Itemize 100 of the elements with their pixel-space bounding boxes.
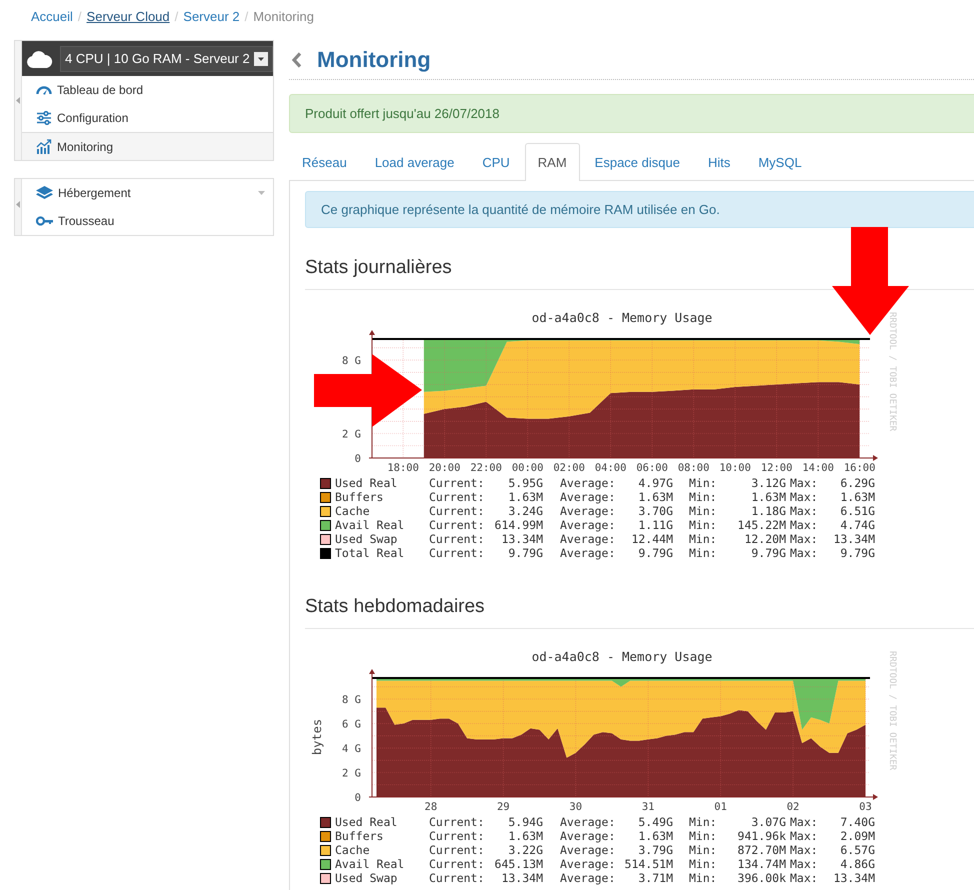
- sidebar-gutter[interactable]: [15, 41, 22, 160]
- axis-label: 22:00: [470, 462, 502, 474]
- legend-label: Min:: [689, 843, 717, 857]
- tab[interactable]: MySQL: [745, 143, 815, 180]
- legend-label: Max:: [790, 546, 818, 560]
- legend-value: 1.63M: [508, 829, 543, 843]
- sidebar-item[interactable]: Tableau de bord: [22, 76, 273, 104]
- chart-title: od-a4a0c8 - Memory Usage: [532, 649, 712, 664]
- legend-value: 9.79G: [751, 546, 786, 560]
- legend-name: Buffers: [335, 490, 384, 504]
- legend-label: Min:: [689, 546, 717, 560]
- legend-value: 4.74G: [840, 518, 875, 532]
- legend-value: 13.34M: [833, 532, 875, 546]
- legend-label: Max:: [790, 829, 818, 843]
- collapse-icon[interactable]: [16, 201, 20, 208]
- legend-value: 3.71M: [638, 871, 673, 885]
- legend-value: 145.22M: [738, 518, 786, 532]
- legend-name: Used Real: [335, 815, 398, 829]
- legend-value: 13.34M: [833, 871, 875, 885]
- axis-label: 14:00: [802, 462, 834, 474]
- legend-label: Average:: [560, 829, 616, 843]
- legend-label: Average:: [560, 476, 616, 490]
- axis-label: 8 G: [342, 694, 361, 706]
- server-select[interactable]: 4 CPU | 10 Go RAM - Serveur 2: [60, 46, 273, 72]
- legend-value: 9.79G: [638, 546, 673, 560]
- axis-label: 02:00: [553, 462, 585, 474]
- tab[interactable]: Hits: [694, 143, 744, 180]
- legend-label: Current:: [429, 843, 484, 857]
- tab[interactable]: Réseau: [289, 143, 360, 180]
- axis-label: 4 G: [342, 743, 361, 756]
- legend-label: Min:: [689, 532, 717, 546]
- legend-value: 12.20M: [744, 532, 786, 546]
- dropdown-icon[interactable]: [254, 52, 268, 66]
- legend-name: Buffers: [335, 829, 384, 843]
- axis-label: 00:00: [512, 462, 544, 474]
- breadcrumb-separator: /: [174, 9, 178, 24]
- breadcrumb-link[interactable]: Serveur Cloud: [86, 9, 170, 24]
- breadcrumb-link[interactable]: Serveur 2: [183, 9, 240, 24]
- sliders-icon: [36, 111, 52, 125]
- tab[interactable]: CPU: [469, 143, 523, 180]
- breadcrumb-separator: /: [244, 9, 248, 24]
- legend-value: 941.96k: [738, 829, 786, 843]
- tab[interactable]: Espace disque: [582, 143, 693, 180]
- chart-title: od-a4a0c8 - Memory Usage: [532, 310, 712, 325]
- breadcrumb-separator: /: [78, 9, 82, 24]
- legend-label: Average:: [560, 546, 616, 560]
- legend-name: Used Swap: [335, 871, 398, 885]
- legend-label: Average:: [560, 843, 616, 857]
- axis-label: 30: [569, 801, 582, 813]
- tab[interactable]: Load average: [362, 143, 468, 180]
- legend-value: 4.97G: [638, 476, 673, 490]
- legend-label: Min:: [689, 476, 717, 490]
- legend-label: Max:: [790, 490, 818, 504]
- legend-label: Current:: [429, 476, 484, 490]
- legend-value: 9.79G: [840, 546, 875, 560]
- legend-label: Current:: [429, 532, 484, 546]
- sidebar-gutter[interactable]: [15, 179, 22, 235]
- sidebar-item[interactable]: Monitoring: [22, 132, 273, 160]
- sidebar-item[interactable]: Trousseau: [22, 207, 273, 235]
- legend-label: Max:: [790, 857, 818, 871]
- axis-label: 18:00: [387, 462, 419, 474]
- legend-value: 1.63M: [638, 490, 673, 504]
- legend-name: Avail Real: [335, 518, 406, 532]
- collapse-icon[interactable]: [16, 97, 20, 104]
- axis-label: 29: [496, 801, 510, 813]
- legend-value: 872.70M: [738, 843, 786, 857]
- legend-value: 5.95G: [508, 476, 543, 490]
- legend-label: Current:: [429, 871, 484, 885]
- axis-label: 16:00: [844, 462, 876, 474]
- legend-value: 9.79G: [508, 546, 543, 560]
- legend-label: Max:: [790, 815, 818, 829]
- axis-label: 31: [642, 801, 654, 813]
- back-icon[interactable]: [291, 52, 303, 68]
- legend-label: Current:: [429, 546, 484, 560]
- legend-name: Cache: [335, 504, 371, 518]
- legend-value: 3.07G: [751, 815, 786, 829]
- axis-label: 04:00: [594, 462, 626, 474]
- legend-value: 1.63M: [840, 490, 875, 504]
- legend-label: Min:: [689, 829, 717, 843]
- caret-icon[interactable]: [258, 191, 265, 195]
- legend-label: Current:: [429, 829, 484, 843]
- axis-label: 0: [354, 453, 361, 465]
- legend-value: 3.79G: [638, 843, 673, 857]
- legend-label: Min:: [689, 871, 717, 885]
- axis-label: 28: [424, 801, 438, 813]
- legend-label: Max:: [790, 518, 818, 532]
- legend-value: 7.40G: [840, 815, 875, 829]
- legend-name: Total Real: [335, 546, 406, 560]
- axis-label: 2 G: [342, 768, 361, 780]
- legend-label: Min:: [689, 504, 717, 518]
- legend-value: 13.34M: [501, 532, 543, 546]
- legend-value: 3.70G: [638, 504, 673, 518]
- sidebar-item[interactable]: Configuration: [22, 104, 273, 132]
- legend-label: Current:: [429, 504, 484, 518]
- tab[interactable]: RAM: [524, 143, 580, 181]
- breadcrumb-link[interactable]: Accueil: [31, 9, 73, 24]
- sidebar-item[interactable]: Hébergement: [22, 179, 273, 207]
- axis-label: 2 G: [342, 428, 361, 440]
- axis-label: 08:00: [678, 462, 710, 474]
- axis-label: 10:00: [719, 462, 751, 474]
